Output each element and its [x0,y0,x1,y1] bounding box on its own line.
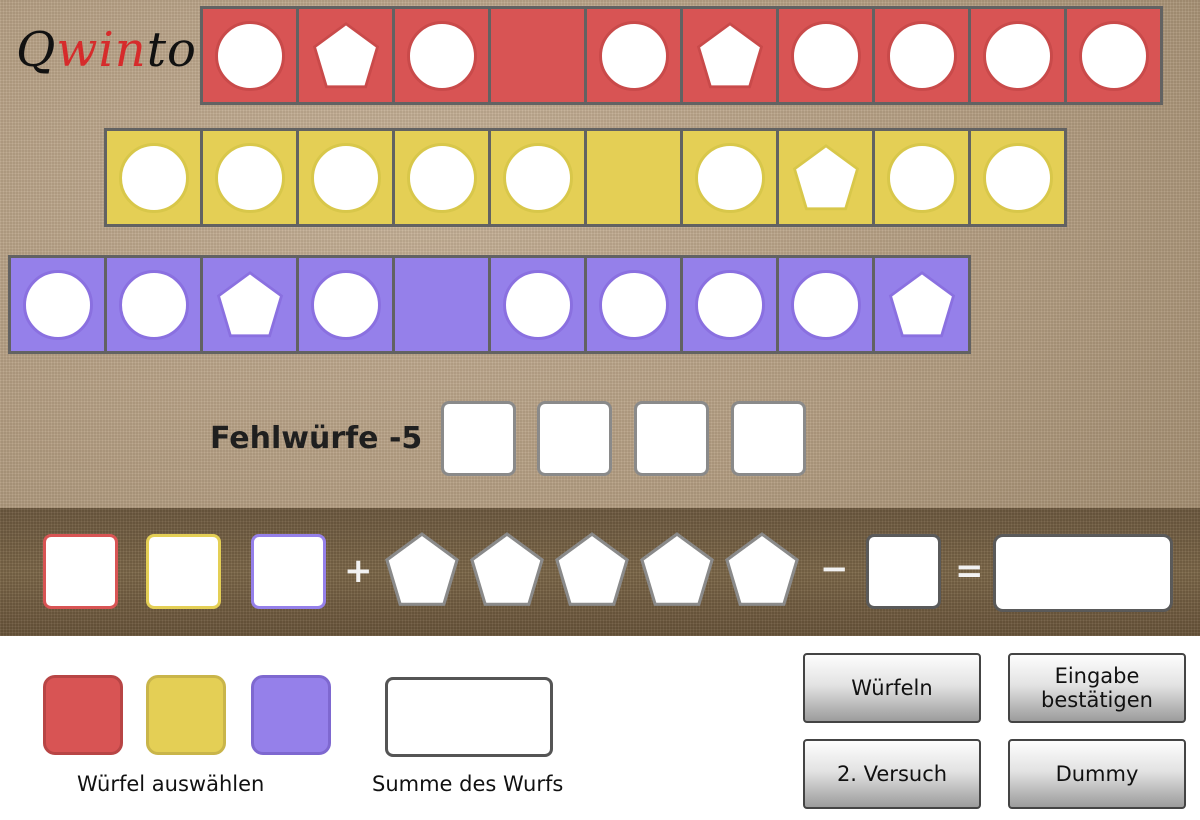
bonus-pentagon-4 [640,532,714,606]
purple-score-box [251,534,326,609]
red-row-cell-1[interactable] [203,9,296,102]
roll-sum-label: Summe des Wurfs [372,772,564,796]
red-row-cell-3[interactable] [395,9,488,102]
circle-field[interactable] [886,20,957,91]
yellow-row-cell-4[interactable] [395,131,488,224]
circle-field[interactable] [214,20,285,91]
purple-row-cell-9[interactable] [779,258,872,351]
roll-sum-display [385,677,553,757]
purple-row-cell-6[interactable] [491,258,584,351]
circle-field[interactable] [790,20,861,91]
red-row-cell-7[interactable] [779,9,872,102]
pentagon-field[interactable] [887,270,957,340]
fehlwurf-box-1[interactable] [441,401,516,476]
fehlwurf-box-2[interactable] [537,401,612,476]
red-row-cell-6[interactable] [683,9,776,102]
circle-field[interactable] [886,142,957,213]
red-die-select[interactable] [43,675,123,755]
purple-row-cell-2[interactable] [107,258,200,351]
yellow-row [104,128,1067,227]
select-dice-label: Würfel auswählen [77,772,265,796]
purple-row-cell-5 [395,258,488,351]
circle-field[interactable] [502,142,573,213]
yellow-row-cell-7[interactable] [683,131,776,224]
bonus-pentagon-5 [725,532,799,606]
circle-field[interactable] [982,142,1053,213]
logo-win: win [56,22,147,78]
roll-button-label: Würfeln [851,676,933,700]
circle-field[interactable] [118,142,189,213]
fehlwurf-box-4[interactable] [731,401,806,476]
circle-field[interactable] [22,269,93,340]
logo-q: Q [16,22,57,78]
circle-field[interactable] [1078,20,1149,91]
circle-field[interactable] [598,20,669,91]
qwinto-logo: Qwinto [16,22,197,78]
purple-row-cell-4[interactable] [299,258,392,351]
dummy-button-label: Dummy [1055,762,1139,786]
plus-sign: + [344,551,373,591]
total-score-box [993,534,1173,612]
yellow-row-cell-9[interactable] [875,131,968,224]
bonus-pentagon-3 [555,532,629,606]
pentagon-field[interactable] [311,21,381,91]
circle-field[interactable] [694,142,765,213]
purple-die-select[interactable] [251,675,331,755]
minus-sign: − [820,549,849,589]
yellow-row-cell-2[interactable] [203,131,296,224]
purple-row-cell-8[interactable] [683,258,776,351]
second-try-button[interactable]: 2. Versuch [803,739,981,809]
bonus-pentagon-2 [470,532,544,606]
yellow-row-cell-10[interactable] [971,131,1064,224]
yellow-row-cell-6 [587,131,680,224]
purple-row-cell-3[interactable] [203,258,296,351]
purple-row-cell-7[interactable] [587,258,680,351]
equals-sign: = [955,551,984,591]
red-row-cell-4 [491,9,584,102]
circle-field[interactable] [406,20,477,91]
red-row-cell-2[interactable] [299,9,392,102]
yellow-row-cell-5[interactable] [491,131,584,224]
bonus-pentagon-1 [385,532,459,606]
yellow-row-cell-1[interactable] [107,131,200,224]
pentagon-field[interactable] [215,270,285,340]
fehlwuerfe-label: Fehlwürfe -5 [210,421,423,456]
purple-row-cell-1[interactable] [11,258,104,351]
yellow-row-cell-3[interactable] [299,131,392,224]
red-row-cell-8[interactable] [875,9,968,102]
circle-field[interactable] [214,142,285,213]
circle-field[interactable] [502,269,573,340]
confirm-button-label-2: bestätigen [1041,688,1153,712]
fehlwurf-box-3[interactable] [634,401,709,476]
second-try-button-label: 2. Versuch [836,762,948,786]
yellow-score-box [146,534,221,609]
red-row-cell-5[interactable] [587,9,680,102]
logo-to: to [146,22,197,78]
dummy-button[interactable]: Dummy [1008,739,1186,809]
circle-field[interactable] [310,142,381,213]
red-row [200,6,1163,105]
yellow-die-select[interactable] [146,675,226,755]
confirm-button[interactable]: Eingabe bestätigen [1008,653,1186,723]
circle-field[interactable] [790,269,861,340]
circle-field[interactable] [310,269,381,340]
purple-row [8,255,971,354]
penalty-box [866,534,941,609]
roll-button[interactable]: Würfeln [803,653,981,723]
pentagon-field[interactable] [695,21,765,91]
circle-field[interactable] [118,269,189,340]
yellow-row-cell-8[interactable] [779,131,872,224]
red-row-cell-10[interactable] [1067,9,1160,102]
circle-field[interactable] [982,20,1053,91]
circle-field[interactable] [694,269,765,340]
circle-field[interactable] [406,142,477,213]
red-score-box [43,534,118,609]
purple-row-cell-10[interactable] [875,258,968,351]
red-row-cell-9[interactable] [971,9,1064,102]
pentagon-field[interactable] [791,143,861,213]
circle-field[interactable] [598,269,669,340]
confirm-button-label-1: Eingabe [1054,664,1140,688]
